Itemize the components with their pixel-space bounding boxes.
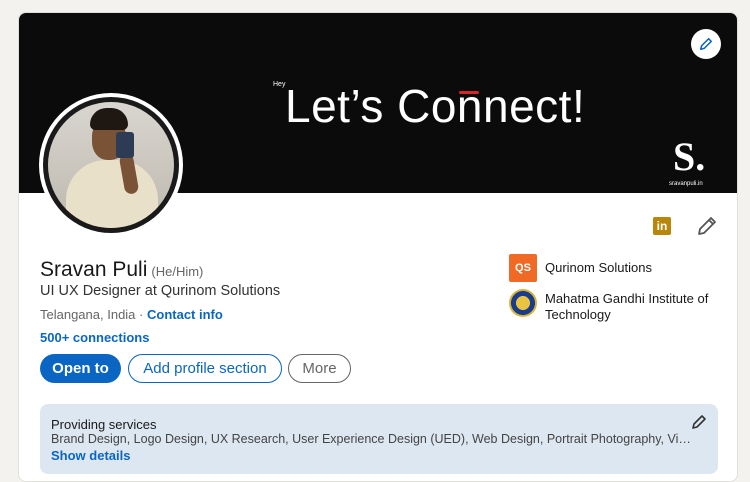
- name-row: Sravan Puli (He/Him): [40, 258, 203, 282]
- org-name: Qurinom Solutions: [545, 260, 652, 275]
- services-title: Providing services: [51, 417, 157, 432]
- banner-small-text: Hey: [273, 81, 286, 88]
- banner-title-accent: n: [456, 80, 484, 132]
- org-name: Mahatma Gandhi Institute of Technology: [545, 291, 709, 322]
- services-card: Providing services Brand Design, Logo De…: [40, 404, 718, 474]
- separator: ·: [135, 307, 147, 322]
- banner-title-part: nect!: [483, 80, 586, 132]
- services-list: Brand Design, Logo Design, UX Research, …: [51, 432, 691, 446]
- pencil-icon: [699, 37, 713, 51]
- edit-banner-button[interactable]: [691, 29, 721, 59]
- mgit-logo: [509, 289, 537, 317]
- connections-link[interactable]: 500+ connections: [40, 330, 149, 345]
- linkedin-icon[interactable]: in: [653, 217, 671, 235]
- profile-card: Hey Let’s Connect! S. sravanpuli.in in S…: [18, 12, 738, 482]
- show-details-link[interactable]: Show details: [51, 448, 130, 463]
- qurinom-logo: QS: [509, 254, 537, 282]
- avatar-phone: [116, 132, 134, 158]
- avatar-hair: [90, 108, 128, 130]
- avatar[interactable]: [43, 97, 179, 233]
- profile-pronouns: (He/Him): [151, 264, 204, 279]
- profile-location: Telangana, India: [40, 307, 136, 322]
- org-item-mgit[interactable]: Mahatma Gandhi Institute of Technology: [509, 289, 725, 323]
- avatar-body: [66, 160, 158, 228]
- contact-info-link[interactable]: Contact info: [147, 307, 223, 322]
- avatar-photo: [48, 102, 174, 228]
- more-button[interactable]: More: [288, 354, 351, 383]
- banner-title: Let’s Connect!: [285, 79, 585, 133]
- profile-name: Sravan Puli: [40, 258, 148, 281]
- banner-title-part: Let’s Co: [285, 80, 457, 132]
- pencil-icon: [692, 415, 706, 429]
- open-to-button[interactable]: Open to: [40, 354, 121, 383]
- banner-logo: S.: [673, 134, 706, 179]
- edit-intro-button[interactable]: [695, 214, 719, 238]
- org-item-qurinom[interactable]: QS Qurinom Solutions: [509, 254, 725, 282]
- profile-headline: UI UX Designer at Qurinom Solutions: [40, 283, 281, 299]
- banner-url: sravanpuli.in: [669, 181, 703, 187]
- profile-location-row: Telangana, India · Contact info: [40, 307, 223, 322]
- pencil-icon: [698, 217, 716, 235]
- edit-services-button[interactable]: [691, 414, 707, 430]
- add-profile-section-button[interactable]: Add profile section: [128, 354, 282, 383]
